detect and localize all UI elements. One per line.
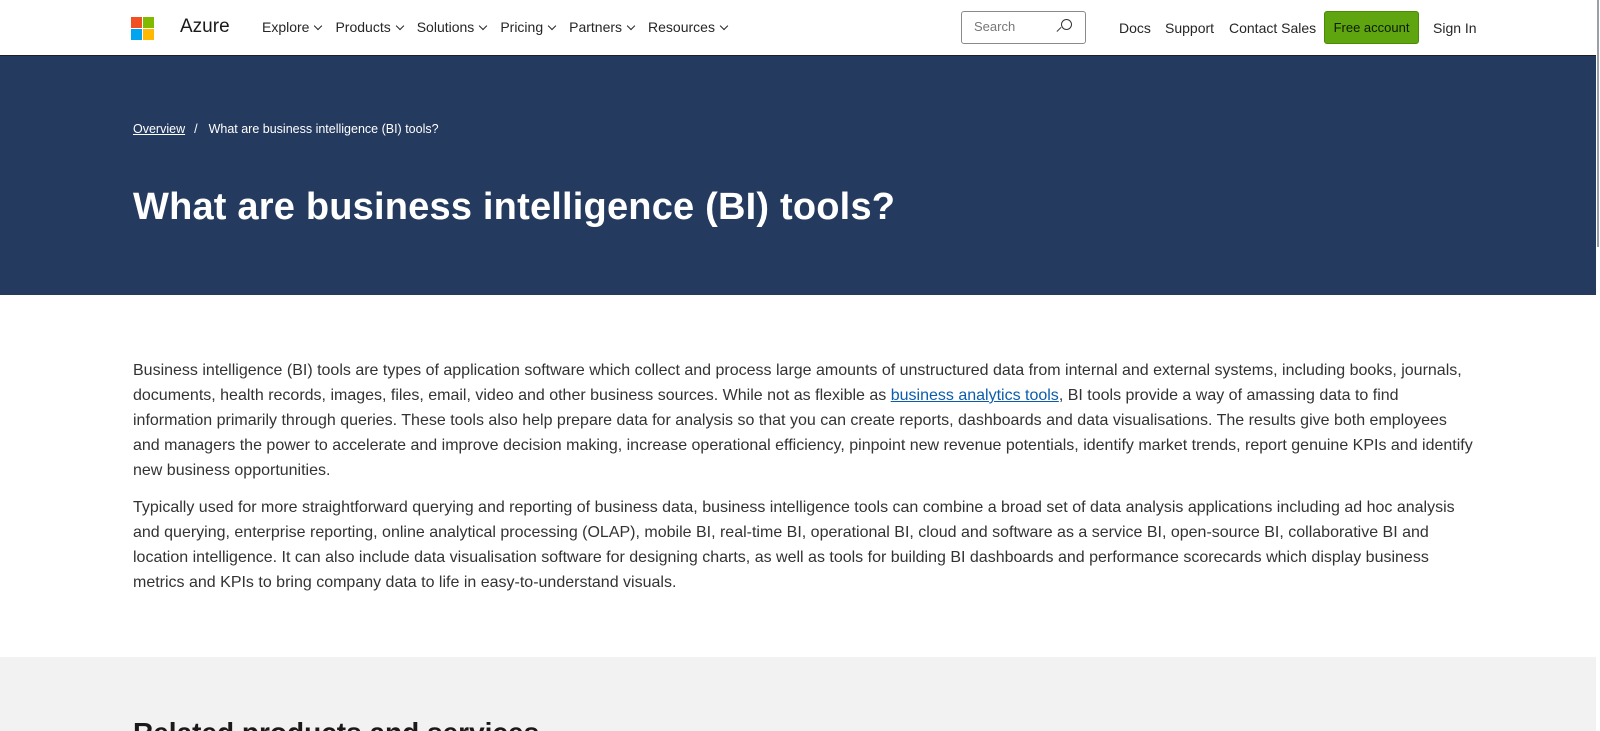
top-navigation: Azure Explore Products Solutions Pricing… bbox=[0, 0, 1600, 56]
nav-solutions-label: Solutions bbox=[416, 19, 475, 35]
breadcrumb-current: What are business intelligence (BI) tool… bbox=[208, 122, 439, 136]
chevron-down-icon bbox=[719, 21, 729, 30]
support-link[interactable]: Support bbox=[1165, 20, 1214, 36]
search-icon[interactable] bbox=[1056, 19, 1072, 37]
chevron-down-icon bbox=[395, 21, 404, 30]
chevron-down-icon bbox=[314, 21, 323, 30]
search-icon-handle bbox=[1056, 26, 1062, 33]
related-section: Related products and services bbox=[0, 657, 1600, 731]
article-body: Business intelligence (BI) tools are typ… bbox=[133, 358, 1473, 607]
hero-banner: Overview / What are business intelligenc… bbox=[0, 56, 1600, 295]
chevron-down-icon bbox=[479, 21, 488, 30]
brand-azure-link[interactable]: Azure bbox=[180, 16, 230, 38]
business-analytics-tools-link[interactable]: business analytics tools bbox=[891, 387, 1059, 404]
nav-explore[interactable]: Explore bbox=[262, 19, 323, 35]
nav-explore-label: Explore bbox=[262, 19, 310, 35]
free-account-button[interactable]: Free account bbox=[1324, 11, 1419, 44]
search-box bbox=[961, 11, 1086, 44]
nav-pricing[interactable]: Pricing bbox=[500, 19, 557, 35]
paragraph-intro: Business intelligence (BI) tools are typ… bbox=[133, 358, 1473, 483]
related-heading: Related products and services bbox=[133, 717, 539, 731]
sign-in-link[interactable]: Sign In bbox=[1433, 20, 1477, 36]
contact-sales-link[interactable]: Contact Sales bbox=[1229, 20, 1316, 36]
nav-products[interactable]: Products bbox=[335, 19, 404, 35]
search-input[interactable] bbox=[974, 19, 1054, 34]
page-title: What are business intelligence (BI) tool… bbox=[133, 186, 896, 228]
main-nav: Explore Products Solutions Pricing Partn… bbox=[262, 19, 741, 35]
scrollbar-thumb[interactable] bbox=[1597, 0, 1599, 247]
nav-solutions[interactable]: Solutions bbox=[416, 19, 488, 35]
chevron-down-icon bbox=[547, 21, 557, 30]
nav-partners-label: Partners bbox=[569, 19, 623, 35]
page-scrollbar[interactable] bbox=[1596, 0, 1600, 731]
breadcrumb: Overview / What are business intelligenc… bbox=[133, 122, 439, 136]
breadcrumb-overview-link[interactable]: Overview bbox=[133, 122, 185, 136]
docs-link[interactable]: Docs bbox=[1119, 20, 1151, 36]
breadcrumb-separator: / bbox=[194, 122, 198, 136]
logo-square-yellow bbox=[143, 29, 154, 40]
nav-resources[interactable]: Resources bbox=[648, 19, 729, 35]
nav-pricing-label: Pricing bbox=[500, 19, 544, 35]
paragraph-usage: Typically used for more straightforward … bbox=[133, 499, 1455, 591]
chevron-down-icon bbox=[626, 21, 636, 30]
search-icon-ring bbox=[1061, 19, 1072, 30]
logo-square-red bbox=[131, 17, 142, 28]
nav-partners[interactable]: Partners bbox=[569, 19, 636, 35]
microsoft-logo-icon[interactable] bbox=[131, 17, 155, 41]
nav-products-label: Products bbox=[335, 19, 391, 35]
logo-square-green bbox=[143, 17, 154, 28]
nav-resources-label: Resources bbox=[648, 19, 715, 35]
logo-square-blue bbox=[131, 29, 142, 40]
